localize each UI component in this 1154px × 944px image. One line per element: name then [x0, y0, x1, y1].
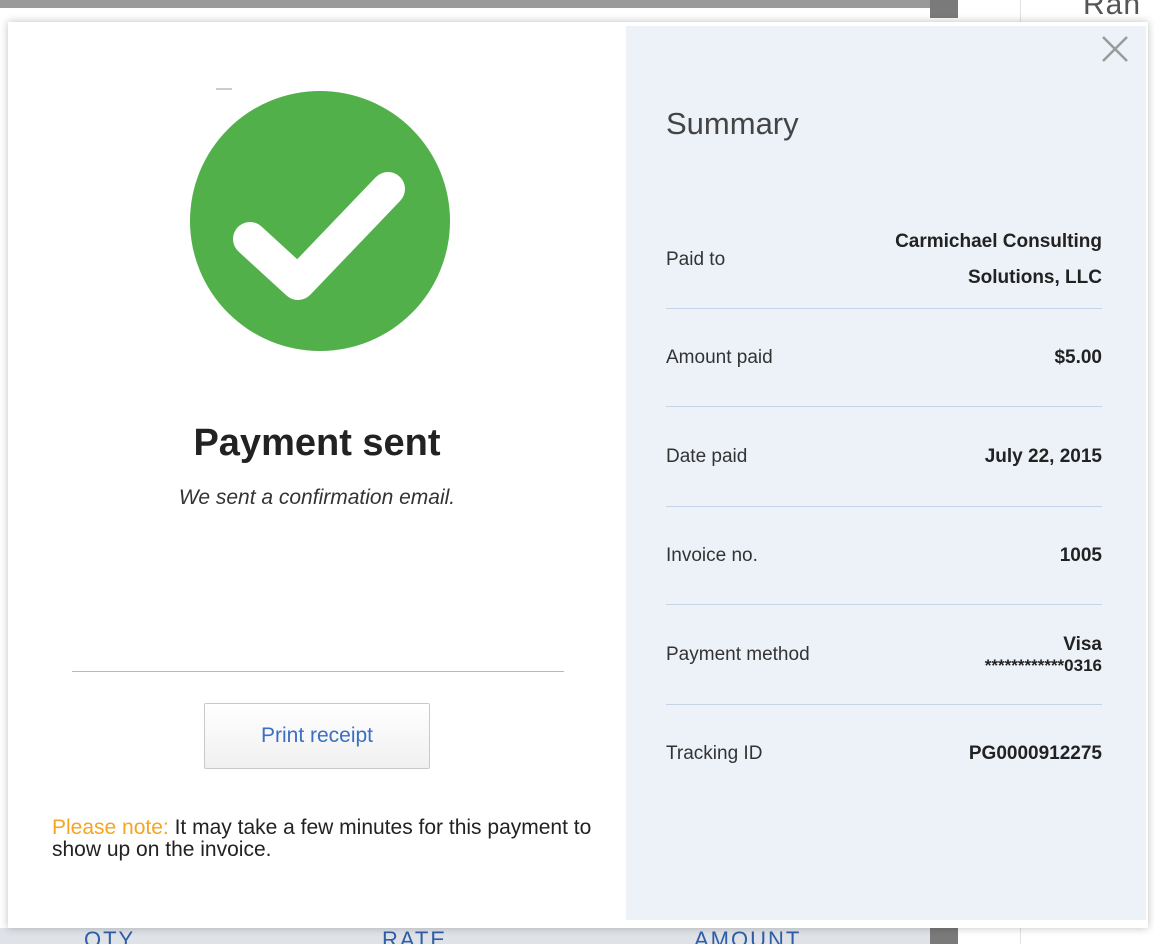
- card-number: ************0316: [984, 655, 1102, 675]
- payment-confirmation-modal: Payment sent We sent a confirmation emai…: [8, 22, 1148, 928]
- processing-note: Please note: It may take a few minutes f…: [52, 817, 592, 861]
- confirmation-pane: Payment sent We sent a confirmation emai…: [8, 22, 626, 928]
- summary-label: Paid to: [666, 249, 726, 270]
- summary-label: Invoice no.: [666, 544, 758, 566]
- background-column-qty: QTY: [84, 927, 136, 944]
- close-button[interactable]: [1098, 32, 1132, 66]
- summary-label: Date paid: [666, 445, 748, 467]
- summary-row-date: Date paid July 22, 2015: [666, 407, 1102, 507]
- background-scrollbar-top: [930, 0, 958, 18]
- summary-label: Tracking ID: [666, 743, 763, 764]
- summary-value: Carmichael Consulting Solutions, LLC: [895, 231, 1102, 288]
- note-label: Please note:: [52, 816, 169, 839]
- close-icon: [1102, 36, 1128, 62]
- background-column-amount: AMOUNT: [694, 927, 802, 944]
- summary-row-amount: Amount paid $5.00: [666, 309, 1102, 407]
- divider: [72, 671, 564, 672]
- background-scrollbar-bottom: [930, 926, 958, 944]
- background-top-bar: [0, 0, 930, 8]
- check-circle-icon: [190, 91, 450, 351]
- summary-row-tracking: Tracking ID PG0000912275: [666, 705, 1102, 803]
- summary-value: Visa: [1063, 633, 1102, 655]
- summary-row-paid-to: Paid to Carmichael Consulting Solutions,…: [666, 212, 1102, 309]
- status-title: Payment sent: [193, 422, 441, 464]
- summary-label: Payment method: [666, 643, 810, 665]
- summary-title: Summary: [666, 106, 799, 141]
- summary-row-invoice: Invoice no. 1005: [666, 507, 1102, 605]
- summary-list: Paid to Carmichael Consulting Solutions,…: [666, 212, 1102, 803]
- summary-value-group: Visa ************0316: [985, 634, 1102, 676]
- background-column-rate: RATE: [382, 927, 448, 944]
- print-receipt-button[interactable]: Print receipt: [204, 703, 430, 769]
- summary-value: $5.00: [1054, 346, 1102, 368]
- summary-panel: Summary Paid to Carmichael Consulting So…: [626, 26, 1146, 920]
- status-subtitle: We sent a confirmation email.: [178, 486, 456, 509]
- summary-value: July 22, 2015: [984, 445, 1102, 467]
- summary-row-payment-method: Payment method Visa ************0316: [666, 605, 1102, 705]
- decorative-dash: [216, 88, 232, 90]
- summary-label: Amount paid: [666, 346, 773, 368]
- summary-value: 1005: [1059, 544, 1102, 566]
- background-header-text: Ran: [1083, 0, 1142, 21]
- summary-value: PG0000912275: [968, 743, 1102, 764]
